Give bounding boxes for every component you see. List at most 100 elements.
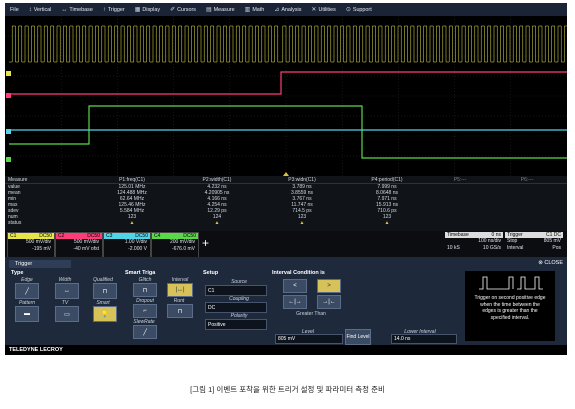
condition-outside-button[interactable]: →|← [317,295,341,309]
measure-header[interactable]: P2:width(C1) [176,177,258,183]
channel-offset: -2.000 V [128,246,147,252]
menu-label: Display [142,6,161,13]
menu-measure[interactable]: ▤ Measure [201,3,240,16]
smart-dropout-button[interactable]: ⌐ [133,304,157,318]
runt-icon: ⊓ [177,308,183,315]
menu-label: Timebase [69,6,93,13]
channel-c1-descriptor[interactable]: C1 DC50 500 mV/div -195 mV [7,232,55,258]
menu-vertical[interactable]: ↕ Vertical [24,3,57,16]
measure-header[interactable]: P3:widn(C1) [258,177,346,183]
menu-math[interactable]: ▥ Math [240,3,270,16]
menu-timebase[interactable]: ↔ Timebase [56,3,97,16]
channel-name: C1 [10,233,17,239]
display-icon: ▦ [134,7,141,13]
measure-icon: ▤ [205,7,212,13]
smart-slewrate-button[interactable]: ╱ [133,325,157,339]
figure-caption: [그림 1] 이벤트 포착을 위한 트리거 설정 및 파라미터 측정 준비 [190,385,385,394]
add-channel-button[interactable]: + [202,236,209,250]
find-level-button[interactable]: Find Level [345,329,371,345]
timebase-samples: 10 kS [447,245,460,251]
trigger-dialog: Trigger ⊗ CLOSE Type Edge ╱ Width ↔ Qual… [5,257,567,345]
measure-header[interactable]: P1:freq(C1) [88,177,176,183]
timebase-descriptor[interactable]: Timebase 0 ns 100 ns/div 10 kS 10 GS/s [445,232,503,256]
waveform-display [5,16,567,176]
level-input[interactable]: 805 mV [275,334,343,344]
condition-value: Greater Than [296,311,326,317]
menu-label: Utilities [318,6,336,13]
trigger-info-panel: Trigger on second positive edge when the… [465,271,555,341]
close-button[interactable]: ⊗ CLOSE [538,260,563,266]
type-smart-button[interactable]: 💡 [93,306,117,322]
width-icon: ↔ [64,288,70,294]
measure-row: status ▲ ▲ ▲ ▲ [5,220,567,226]
channel-offset: -676.0 mV [171,246,195,252]
type-pattern-button[interactable]: ▬ [15,306,39,322]
channel-vdiv: 500 mV/div [73,239,99,245]
condition-greater-button[interactable]: > [317,279,341,293]
edge-icon: ╱ [25,288,29,295]
type-qualified-button[interactable]: ⊓ [93,283,117,299]
menu-label: Analysis [281,6,302,13]
channel-name: C2 [58,233,65,239]
source-select[interactable]: C1 [205,285,267,296]
menu-label: Math [252,6,265,13]
type-width-button[interactable]: ↔ [55,283,79,299]
smart-section-title: Smart Triga [125,270,156,276]
measure-header[interactable]: P5:--- [428,177,492,183]
measure-cell: ▲ [384,220,390,226]
smart-glitch-button[interactable]: ⊓ [133,283,157,297]
analysis-icon: ⊿ [274,7,280,13]
cursor-icon: ✐ [170,7,176,13]
setup-section-title: Setup [203,270,219,276]
menu-utilities[interactable]: ✕ Utilities [306,3,340,16]
measure-cell: status [8,220,22,226]
channel-c4-descriptor[interactable]: C4 DC50 200 mV/div -676.0 mV [151,232,199,258]
measure-cell: ▲ [214,220,220,226]
condition-less-button[interactable]: < [283,279,307,293]
menu-bar: File ↕ Vertical ↔ Timebase ↑ Trigger ▦ Display ✐ C… [5,3,567,16]
menu-cursors[interactable]: ✐ Cursors [165,3,201,16]
glitch-icon: ⊓ [142,287,148,294]
channel-marker [6,93,11,98]
measure-header[interactable]: Measure [5,177,88,183]
menu-file[interactable]: File [5,3,24,16]
trigger-descriptor[interactable]: Trigger C1 DC Stop 805 mV Interval Pos [505,232,563,256]
measure-header[interactable]: P6:--- [492,177,562,183]
menu-analysis[interactable]: ⊿ Analysis [269,3,306,16]
menu-trigger[interactable]: ↑ Trigger [98,3,130,16]
close-label: CLOSE [544,260,563,266]
menu-label: Cursors [177,6,196,13]
coupling-select[interactable]: DC [205,302,267,313]
type-tv-button[interactable]: ▭ [55,306,79,322]
dropout-icon: ⌐ [143,308,147,314]
condition-inside-button[interactable]: ←|→ [283,295,307,309]
qualified-icon: ⊓ [102,288,108,295]
channel-vdiv: 500 mV/div [25,239,51,245]
interval-icon: |↔| [175,287,185,293]
channel-marker [6,157,11,162]
type-edge-button[interactable]: ╱ [15,283,39,299]
trigger-level: 805 mV [543,238,561,244]
measurement-table: Measure P1:freq(C1) P2:width(C1) P3:widn(C1… [5,176,567,231]
menu-display[interactable]: ▦ Display [130,3,165,16]
channel-c3-descriptor[interactable]: C3 DC50 1.00 V/div -2.000 V [103,232,151,258]
tab-trigger[interactable]: Trigger [9,260,71,268]
tv-icon: ▭ [64,311,70,318]
channel-offset: -40 mV ofst [73,246,99,252]
lower-interval-input[interactable]: 14.0 ns [391,334,457,344]
measure-header-row: Measure P1:freq(C1) P2:width(C1) P3:widn(C1… [5,176,567,184]
vertical-arrows-icon: ↕ [28,6,32,13]
pattern-icon: ▬ [24,311,30,317]
math-icon: ▥ [244,7,251,13]
polarity-select[interactable]: Positive [205,319,267,330]
channel-vdiv: 200 mV/div [169,239,195,245]
menu-label: Trigger [107,6,125,13]
trigger-info-text: Trigger on second positive edge when the… [474,295,546,321]
channel-c2-descriptor[interactable]: C2 DC50 500 mV/div -40 mV ofst [55,232,103,258]
smart-runt-button[interactable]: ⊓ [167,304,193,318]
measure-header[interactable]: P4:period(C1) [346,177,428,183]
timebase-scale: 100 ns/div [478,238,501,244]
smart-interval-button[interactable]: |↔| [167,283,193,297]
menu-support[interactable]: ⊙ Support [341,3,377,16]
channel-4-trace [9,105,567,159]
